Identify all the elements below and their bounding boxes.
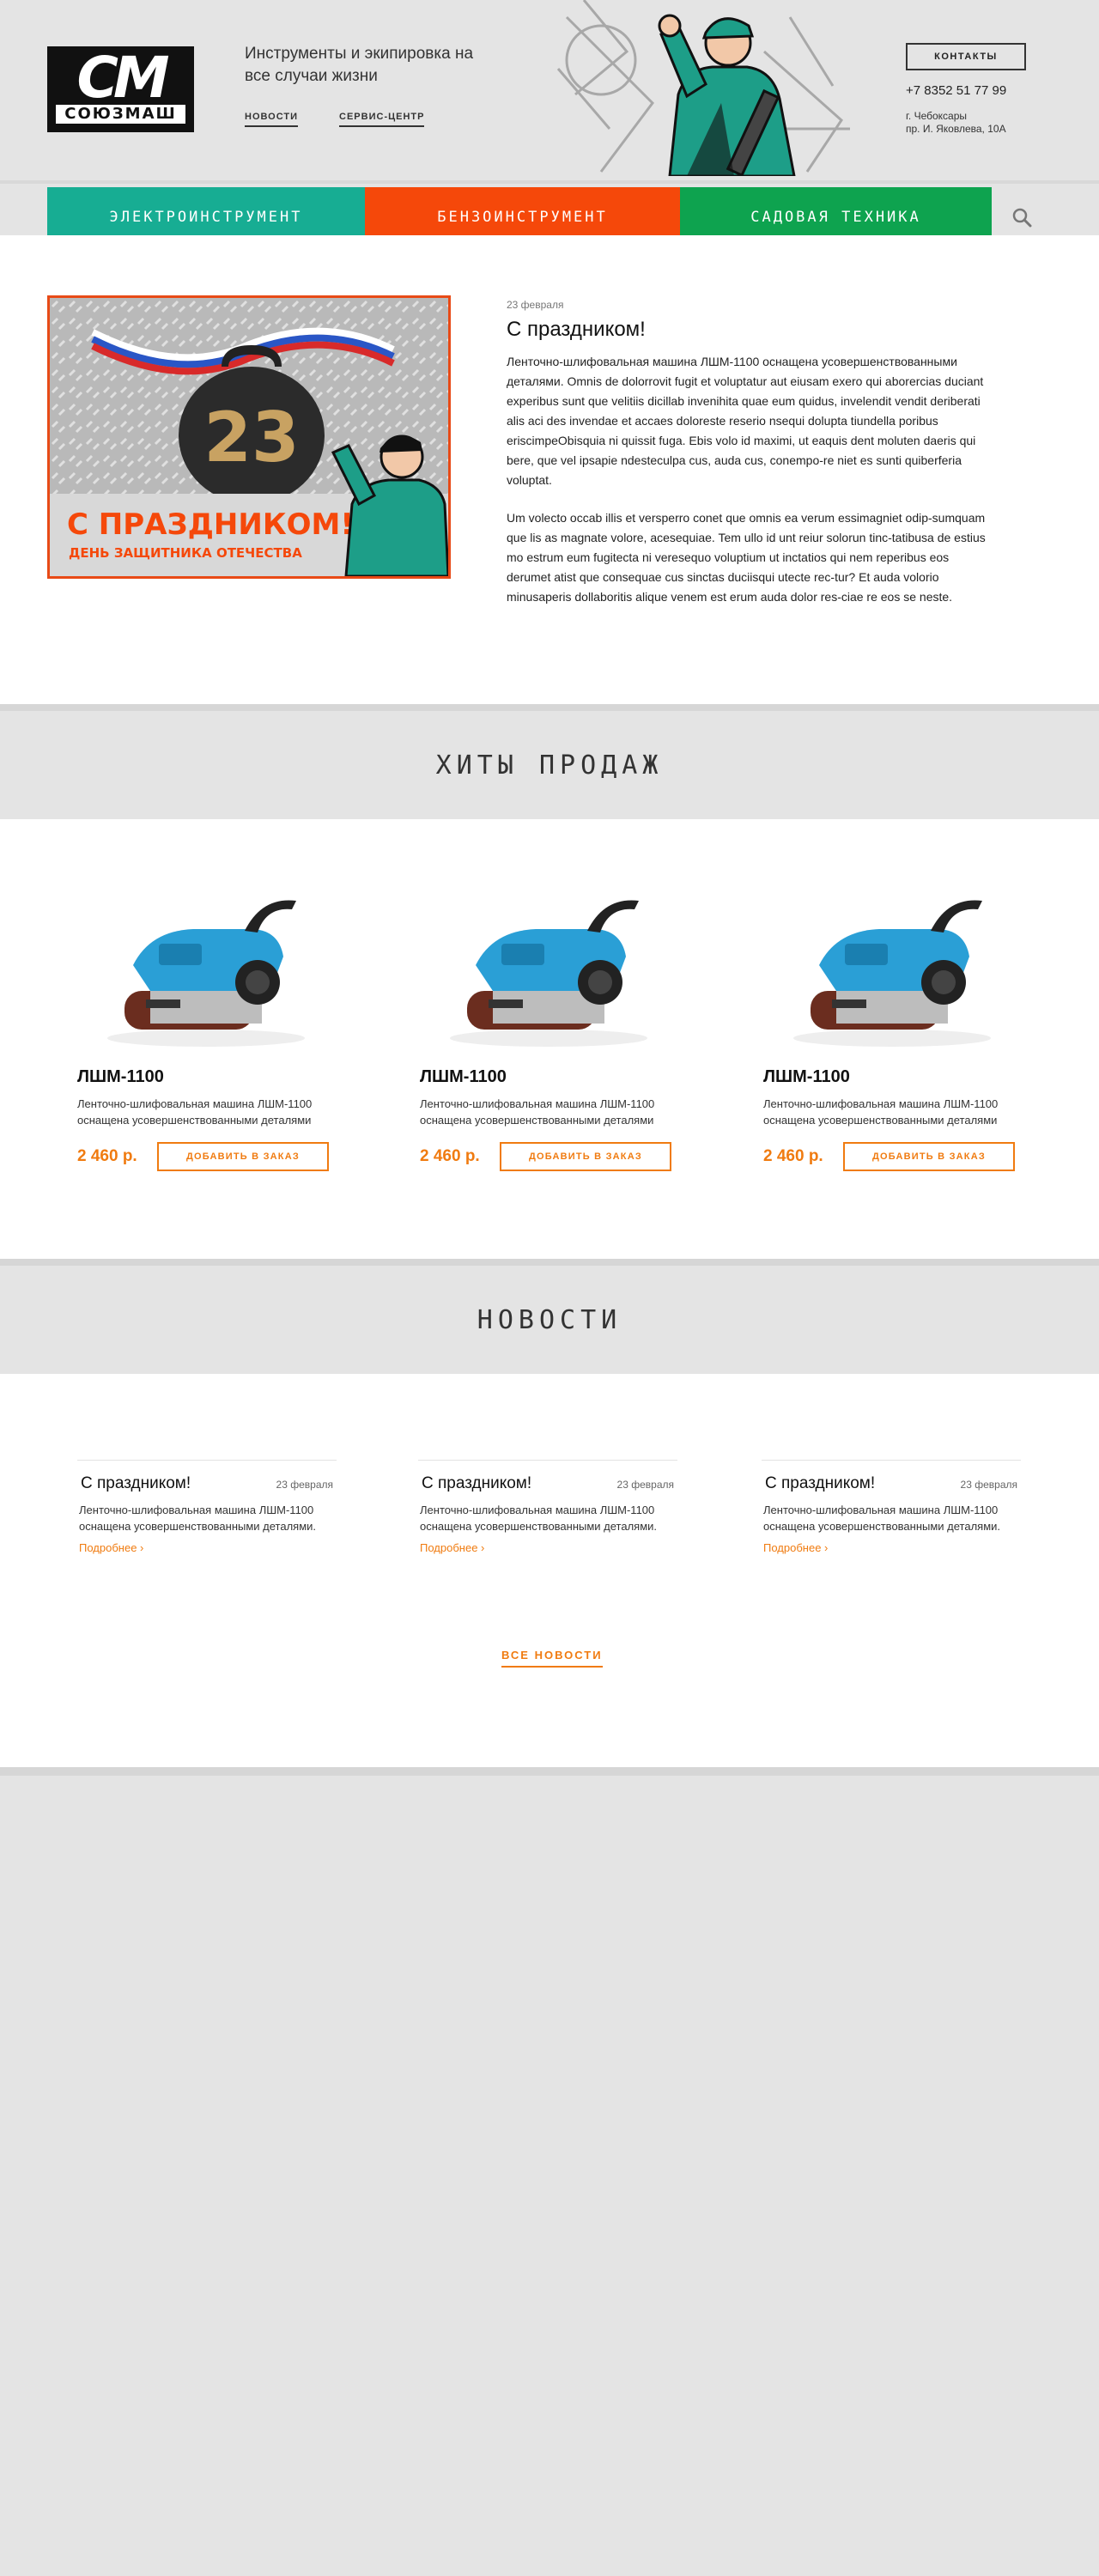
product-buy-row: 2 460 р. ДОБАВИТЬ В ЗАКАЗ (77, 1142, 335, 1171)
featured-title[interactable]: С праздником! (507, 318, 646, 342)
news-section-header: НОВОСТИ (0, 1259, 1099, 1388)
logo-wordmark: СОЮЗМАШ (56, 105, 185, 124)
product-description: Ленточно-шлифовальная машина ЛШМ-1100 ос… (77, 1097, 313, 1127)
news-item-date: 23 февраля (276, 1479, 333, 1491)
site-tagline: Инструменты и экипировка на все случаи ж… (245, 45, 474, 85)
product-card: ЛШМ-1100 Ленточно-шлифовальная машина ЛШ… (420, 879, 677, 1171)
news-item-more-link[interactable]: Подробнее › (418, 1541, 486, 1554)
news-item-date: 23 февраля (960, 1479, 1017, 1491)
logo[interactable]: СМ СОЮЗМАШ (47, 46, 194, 132)
featured-banner[interactable]: 23 С ПРАЗДНИКОМ! ДЕНЬ ЗАЩИТНИКА ОТЕЧЕСТВ… (47, 295, 451, 579)
product-buy-row: 2 460 р. ДОБАВИТЬ В ЗАКАЗ (420, 1142, 677, 1171)
news-item-date: 23 февраля (616, 1479, 674, 1491)
news-item-description: Ленточно-шлифовальная машина ЛШМ-1100 ос… (420, 1504, 658, 1533)
news-item-header: С праздником! 23 февраля (418, 1474, 677, 1493)
belt-sander-image[interactable] (441, 879, 656, 1051)
news-item: С праздником! 23 февраля Ленточно-шлифов… (418, 1460, 677, 1556)
product-name[interactable]: ЛШМ-1100 (77, 1067, 335, 1087)
product-name[interactable]: ЛШМ-1100 (420, 1067, 677, 1087)
banner-title: С ПРАЗДНИКОМ! (67, 507, 354, 542)
nav-news-link[interactable]: НОВОСТИ (245, 112, 299, 127)
news-item-description: Ленточно-шлифовальная машина ЛШМ-1100 ос… (79, 1504, 317, 1533)
site-header: СМ СОЮЗМАШ Инструменты и экипировка на в… (0, 0, 1099, 180)
featured-paragraph-1: Ленточно-шлифовальная машина ЛШМ-1100 ос… (507, 355, 984, 487)
belt-sander-image[interactable] (99, 879, 313, 1051)
footer-divider (0, 1767, 1099, 1776)
featured-date: 23 февраля (507, 299, 564, 311)
news-item-header: С праздником! 23 февраля (762, 1474, 1021, 1493)
add-to-order-button[interactable]: ДОБАВИТЬ В ЗАКАЗ (843, 1142, 1015, 1171)
address: г. Чебоксары пр. И. Яковлева, 10А (906, 110, 1060, 136)
product-card: ЛШМ-1100 Ленточно-шлифовальная машина ЛШ… (763, 879, 1021, 1171)
hits-section-header: ХИТЫ ПРОДАЖ (0, 704, 1099, 833)
news-section-title: НОВОСТИ (477, 1304, 622, 1335)
add-to-order-button[interactable]: ДОБАВИТЬ В ЗАКАЗ (500, 1142, 671, 1171)
hits-section-title: ХИТЫ ПРОДАЖ (435, 750, 664, 781)
add-to-order-button[interactable]: ДОБАВИТЬ В ЗАКАЗ (157, 1142, 329, 1171)
contacts-button[interactable]: КОНТАКТЫ (906, 43, 1026, 70)
header-nav: НОВОСТИ СЕРВИС-ЦЕНТР (245, 112, 425, 127)
nav-service-center-link[interactable]: СЕРВИС-ЦЕНТР (339, 112, 425, 127)
hero-worker-illustration (556, 0, 850, 176)
hits-product-grid: ЛШМ-1100 Ленточно-шлифовальная машина ЛШ… (0, 819, 1099, 1259)
product-price: 2 460 р. (763, 1147, 823, 1165)
banner-number: 23 (203, 398, 299, 477)
search-icon (1012, 208, 1032, 228)
featured-banner-art: 23 С ПРАЗДНИКОМ! ДЕНЬ ЗАЩИТНИКА ОТЕЧЕСТВ… (50, 298, 448, 576)
logo-mark: СМ (76, 45, 169, 111)
featured-news: 23 С ПРАЗДНИКОМ! ДЕНЬ ЗАЩИТНИКА ОТЕЧЕСТВ… (0, 235, 1099, 704)
featured-paragraph-2: Um volecto occab illis et versperro cone… (507, 511, 986, 604)
category-nav: ЭЛЕКТРОИНСТРУМЕНТ БЕНЗОИНСТРУМЕНТ САДОВА… (0, 180, 1099, 247)
news-list: С праздником! 23 февраля Ленточно-шлифов… (0, 1374, 1099, 1767)
news-item-more-link[interactable]: Подробнее › (762, 1541, 829, 1554)
address-city: г. Чебоксары (906, 110, 968, 122)
news-item-title[interactable]: С праздником! (422, 1474, 531, 1493)
all-news-link[interactable]: ВСЕ НОВОСТИ (501, 1649, 603, 1668)
news-item: С праздником! 23 февраля Ленточно-шлифов… (762, 1460, 1021, 1556)
product-description: Ленточно-шлифовальная машина ЛШМ-1100 ос… (763, 1097, 999, 1127)
news-item-more-link[interactable]: Подробнее › (77, 1541, 145, 1554)
product-price: 2 460 р. (77, 1147, 137, 1165)
address-street: пр. И. Яковлева, 10А (906, 123, 1006, 135)
phone-number[interactable]: +7 8352 51 77 99 (906, 83, 1006, 98)
banner-subtitle: ДЕНЬ ЗАЩИТНИКА ОТЕЧЕСТВА (69, 545, 302, 561)
news-item-title[interactable]: С праздником! (765, 1474, 875, 1493)
belt-sander-image[interactable] (785, 879, 999, 1051)
news-item: С праздником! 23 февраля Ленточно-шлифов… (77, 1460, 337, 1556)
news-item-header: С праздником! 23 февраля (77, 1474, 337, 1493)
news-item-description: Ленточно-шлифовальная машина ЛШМ-1100 ос… (763, 1504, 1001, 1533)
product-card: ЛШМ-1100 Ленточно-шлифовальная машина ЛШ… (77, 879, 335, 1171)
product-description: Ленточно-шлифовальная машина ЛШМ-1100 ос… (420, 1097, 655, 1127)
product-buy-row: 2 460 р. ДОБАВИТЬ В ЗАКАЗ (763, 1142, 1021, 1171)
news-item-title[interactable]: С праздником! (81, 1474, 191, 1493)
product-name[interactable]: ЛШМ-1100 (763, 1067, 1021, 1087)
product-price: 2 460 р. (420, 1147, 480, 1165)
